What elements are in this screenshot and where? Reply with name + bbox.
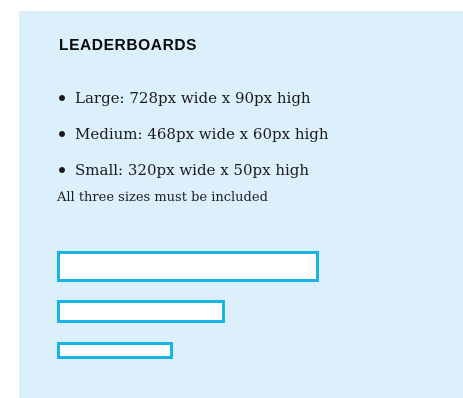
banner-preview-large bbox=[57, 251, 319, 282]
banner-preview-medium bbox=[57, 300, 225, 323]
size-list: Large: 728px wide x 90px high Medium: 46… bbox=[57, 86, 329, 194]
banner-preview-small bbox=[57, 342, 173, 359]
bullet-icon bbox=[59, 167, 65, 173]
size-label-large: Large: 728px wide x 90px high bbox=[75, 89, 311, 107]
size-label-small: Small: 320px wide x 50px high bbox=[75, 161, 310, 179]
size-item-medium: Medium: 468px wide x 60px high bbox=[57, 122, 329, 146]
bullet-icon bbox=[59, 95, 65, 101]
size-item-small: Small: 320px wide x 50px high bbox=[57, 158, 329, 182]
requirement-note: All three sizes must be included bbox=[57, 190, 268, 205]
bullet-icon bbox=[59, 131, 65, 137]
leaderboards-card: LEADERBOARDS Large: 728px wide x 90px hi… bbox=[19, 11, 463, 398]
size-item-large: Large: 728px wide x 90px high bbox=[57, 86, 329, 110]
size-label-medium: Medium: 468px wide x 60px high bbox=[75, 125, 329, 143]
section-heading: LEADERBOARDS bbox=[59, 37, 198, 54]
